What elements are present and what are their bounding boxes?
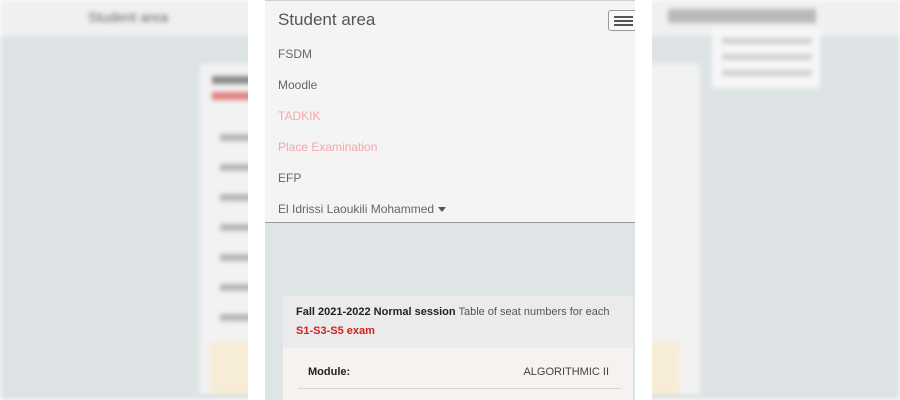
background-user-menu: [668, 9, 816, 23]
nav-item-efp[interactable]: EFP: [278, 171, 301, 185]
module-value: ALGORITHMIC II: [523, 366, 609, 378]
nav-item-fsdm[interactable]: FSDM: [278, 47, 312, 61]
brand-title[interactable]: Student area: [278, 10, 375, 30]
exam-seat-panel: Fall 2021-2022 Normal session Table of s…: [283, 296, 633, 400]
exam-label: S1-S3-S5 exam: [296, 325, 375, 337]
background-brand: Student area: [88, 9, 169, 25]
menu-toggle-button[interactable]: [608, 10, 635, 31]
session-title: Fall 2021-2022 Normal session: [296, 306, 456, 318]
module-label: Module:: [308, 366, 351, 378]
row-divider: [298, 388, 621, 389]
mobile-frame: Student area FSDM Moodle TADKIK Place Ex…: [248, 0, 652, 400]
panel-body: Module: ALGORITHMIC II: [283, 348, 633, 400]
hamburger-menu-icon: [614, 16, 633, 18]
user-menu-toggle[interactable]: El Idrissi Laoukili Mohammed: [278, 202, 447, 216]
nav-item-moodle[interactable]: Moodle: [278, 78, 317, 92]
user-name: El Idrissi Laoukili Mohammed: [278, 202, 435, 216]
panel-description: Table of seat numbers for each: [458, 306, 610, 318]
navbar: Student area FSDM Moodle TADKIK Place Ex…: [265, 0, 635, 223]
nav-item-tadkik[interactable]: TADKIK: [278, 109, 320, 123]
background-dropdown: [712, 28, 820, 88]
nav-item-place-examination[interactable]: Place Examination: [278, 140, 377, 154]
panel-heading: Fall 2021-2022 Normal session Table of s…: [283, 296, 633, 348]
mobile-viewport: Student area FSDM Moodle TADKIK Place Ex…: [265, 0, 635, 400]
caret-down-icon: [438, 207, 447, 212]
